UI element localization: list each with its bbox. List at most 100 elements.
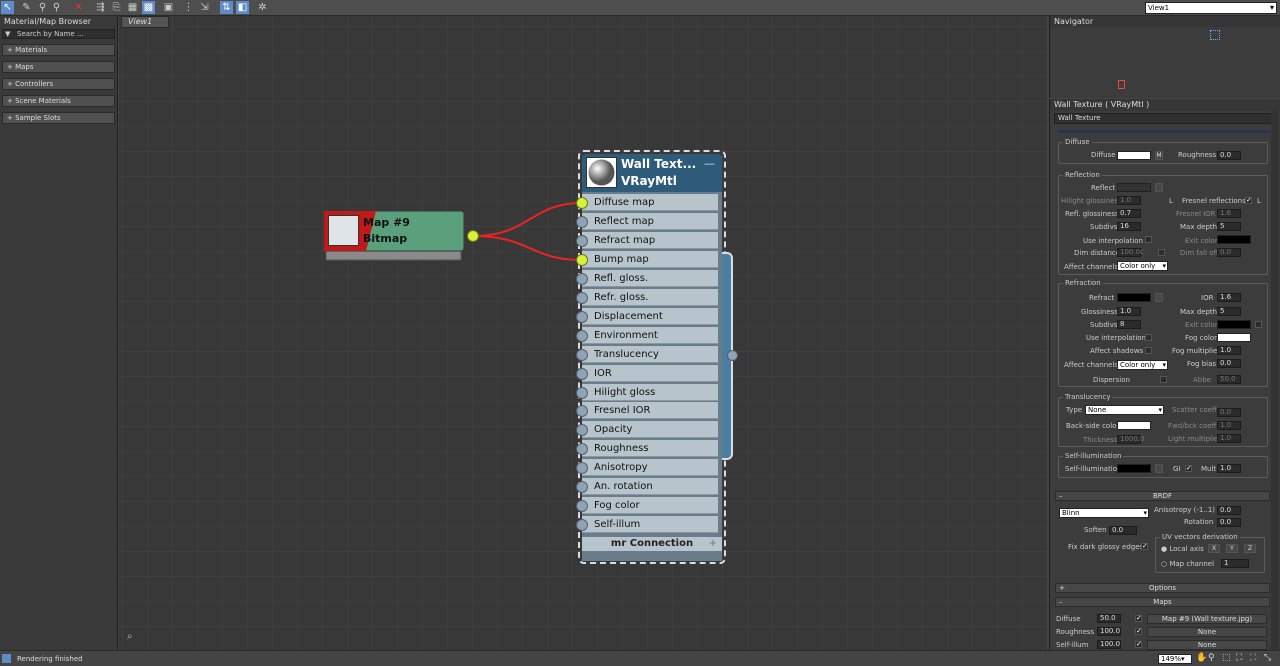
refr-max-depth-field[interactable]: 5 bbox=[1217, 307, 1241, 316]
slot-socket[interactable] bbox=[576, 291, 588, 304]
abbe-field[interactable]: 50.0 bbox=[1217, 375, 1241, 384]
zoom-selected-icon[interactable]: ⛶ bbox=[1250, 653, 1256, 663]
rollout-options[interactable]: + Options bbox=[1055, 583, 1270, 593]
map-channel-radio[interactable]: ○ Map channel bbox=[1161, 560, 1214, 568]
scatter-field[interactable]: 0.0 bbox=[1217, 408, 1241, 417]
refract-map-button[interactable] bbox=[1155, 293, 1163, 302]
trans-type-dropdown[interactable]: None bbox=[1085, 405, 1164, 415]
slot-socket[interactable] bbox=[576, 367, 588, 380]
slot-row[interactable]: Roughness bbox=[582, 440, 718, 458]
refl-exit-color-swatch[interactable] bbox=[1217, 235, 1251, 244]
map-row-checkbox[interactable]: ✓ bbox=[1135, 628, 1142, 635]
fresnel-checkbox[interactable]: ✓ bbox=[1245, 197, 1252, 204]
fix-dark-checkbox[interactable]: ✓ bbox=[1141, 543, 1148, 550]
refl-affect-dropdown[interactable]: Color only bbox=[1117, 261, 1168, 271]
slot-row[interactable]: Hilight gloss bbox=[582, 383, 718, 401]
vraymtl-output-socket[interactable] bbox=[727, 350, 738, 361]
fog-bias-field[interactable]: 0.0 bbox=[1217, 359, 1241, 368]
rollout-maps[interactable]: – Maps bbox=[1055, 597, 1270, 607]
slot-row[interactable]: Refr. gloss. bbox=[582, 288, 718, 306]
slot-socket[interactable] bbox=[576, 197, 588, 209]
soften-field[interactable]: 0.0 bbox=[1109, 526, 1137, 535]
refr-affect-dropdown[interactable]: Color only bbox=[1117, 360, 1168, 370]
pan-icon[interactable]: ✋ bbox=[1196, 653, 1207, 663]
diffuse-map-button[interactable]: M bbox=[1155, 151, 1163, 160]
local-axis-radio[interactable]: ● Local axis bbox=[1161, 545, 1204, 553]
refl-subdivs-field[interactable]: 16 bbox=[1117, 222, 1141, 231]
bitmap-output-socket[interactable] bbox=[467, 230, 479, 242]
map-channel-field[interactable]: 1 bbox=[1221, 559, 1249, 568]
ior-field[interactable]: 1.6 bbox=[1217, 293, 1241, 302]
fog-color-swatch[interactable] bbox=[1217, 333, 1251, 342]
slot-socket[interactable] bbox=[576, 234, 588, 247]
slot-socket[interactable] bbox=[576, 348, 588, 361]
zoom-region-icon[interactable]: ⬚ bbox=[1222, 653, 1231, 663]
refl-max-depth-field[interactable]: 5 bbox=[1217, 222, 1241, 231]
axis-z-button[interactable]: Z bbox=[1244, 544, 1256, 553]
gi-checkbox[interactable]: ✓ bbox=[1185, 465, 1192, 472]
refract-swatch[interactable] bbox=[1117, 293, 1151, 302]
binoculars-icon[interactable]: ⌕ bbox=[127, 631, 133, 642]
dim-distance-checkbox[interactable] bbox=[1158, 249, 1165, 256]
slot-socket[interactable] bbox=[576, 215, 588, 228]
anisotropy-field[interactable]: 0.0 bbox=[1217, 506, 1241, 515]
expand-icon[interactable]: + bbox=[709, 537, 717, 550]
affect-shadows-checkbox[interactable] bbox=[1145, 347, 1152, 354]
slot-row[interactable]: Reflect map bbox=[582, 212, 718, 230]
refr-exit-color-swatch[interactable] bbox=[1217, 320, 1251, 329]
reflect-map-button[interactable] bbox=[1155, 183, 1163, 192]
maximize-icon[interactable]: ⤡ bbox=[1264, 653, 1271, 663]
refl-gloss-field[interactable]: 0.7 bbox=[1117, 209, 1141, 218]
mult-field[interactable]: 1.0 bbox=[1217, 464, 1241, 473]
refr-gloss-field[interactable]: 1.0 bbox=[1117, 307, 1141, 316]
slot-socket[interactable] bbox=[576, 386, 588, 399]
brdf-type-dropdown[interactable]: Blinn bbox=[1059, 508, 1149, 518]
zoom-extents-icon[interactable]: ⛶ bbox=[1236, 653, 1242, 663]
material-name-field[interactable]: Wall Texture bbox=[1054, 113, 1276, 124]
self-illum-map-button[interactable] bbox=[1155, 464, 1163, 473]
diffuse-swatch[interactable] bbox=[1117, 151, 1151, 160]
slot-row[interactable]: Translucency bbox=[582, 345, 718, 363]
rotation-field[interactable]: 0.0 bbox=[1217, 518, 1241, 527]
slot-socket[interactable] bbox=[576, 310, 588, 323]
map-row-amount[interactable]: 100.0 bbox=[1097, 640, 1121, 649]
collapse-icon[interactable]: — bbox=[704, 157, 715, 170]
slot-socket[interactable] bbox=[576, 329, 588, 342]
zoom-icon[interactable]: ⚲ bbox=[1208, 653, 1215, 663]
backside-color-swatch[interactable] bbox=[1117, 421, 1151, 430]
roughness-field[interactable]: 0.0 bbox=[1217, 151, 1241, 160]
axis-y-button[interactable]: Y bbox=[1226, 544, 1238, 553]
refr-subdivs-field[interactable]: 8 bbox=[1117, 320, 1141, 329]
dispersion-checkbox[interactable] bbox=[1160, 376, 1167, 383]
slot-row[interactable]: Refract map bbox=[582, 231, 718, 249]
refl-use-interp-checkbox[interactable] bbox=[1145, 236, 1152, 243]
map-row-checkbox[interactable]: ✓ bbox=[1135, 615, 1142, 622]
rollout-brdf[interactable]: – BRDF bbox=[1055, 491, 1270, 501]
slot-row[interactable]: Fog color bbox=[582, 497, 718, 515]
map-row-slot-button[interactable]: None bbox=[1147, 627, 1267, 637]
slot-row[interactable]: Opacity bbox=[582, 421, 718, 439]
axis-x-button[interactable]: X bbox=[1208, 544, 1220, 553]
fog-mult-field[interactable]: 1.0 bbox=[1217, 346, 1241, 355]
self-illum-swatch[interactable] bbox=[1117, 464, 1151, 473]
reflect-swatch[interactable] bbox=[1117, 183, 1151, 192]
slot-row[interactable]: Environment bbox=[582, 326, 718, 344]
slot-row[interactable]: Bump map bbox=[582, 250, 718, 268]
mr-connection-row[interactable]: mr Connection + bbox=[582, 537, 722, 551]
dim-distance-field[interactable]: 100.0c bbox=[1117, 248, 1144, 257]
slot-socket[interactable] bbox=[576, 253, 588, 266]
dim-falloff-field[interactable]: 0.0 bbox=[1217, 248, 1241, 257]
map-row-slot-button[interactable]: Map #9 (Wall texture.jpg) bbox=[1147, 614, 1267, 624]
map-row-slot-button[interactable]: None bbox=[1147, 640, 1267, 650]
slot-row[interactable]: An. rotation bbox=[582, 478, 718, 496]
slot-row[interactable]: Displacement bbox=[582, 307, 718, 325]
slot-row[interactable]: Anisotropy bbox=[582, 459, 718, 477]
map-row-amount[interactable]: 100.0 bbox=[1097, 627, 1121, 636]
refr-use-interp-checkbox[interactable] bbox=[1145, 334, 1152, 341]
fwd-coeff-field[interactable]: 1.0 bbox=[1217, 421, 1241, 430]
hilight-gloss-field[interactable]: 1.0 bbox=[1117, 196, 1141, 205]
thickness-field[interactable]: 1000.0 bbox=[1117, 435, 1145, 444]
bitmap-node[interactable]: Map #9 Bitmap bbox=[324, 211, 464, 261]
slot-row[interactable]: Refl. gloss. bbox=[582, 269, 718, 287]
map-row-amount[interactable]: 50.0 bbox=[1097, 614, 1121, 623]
